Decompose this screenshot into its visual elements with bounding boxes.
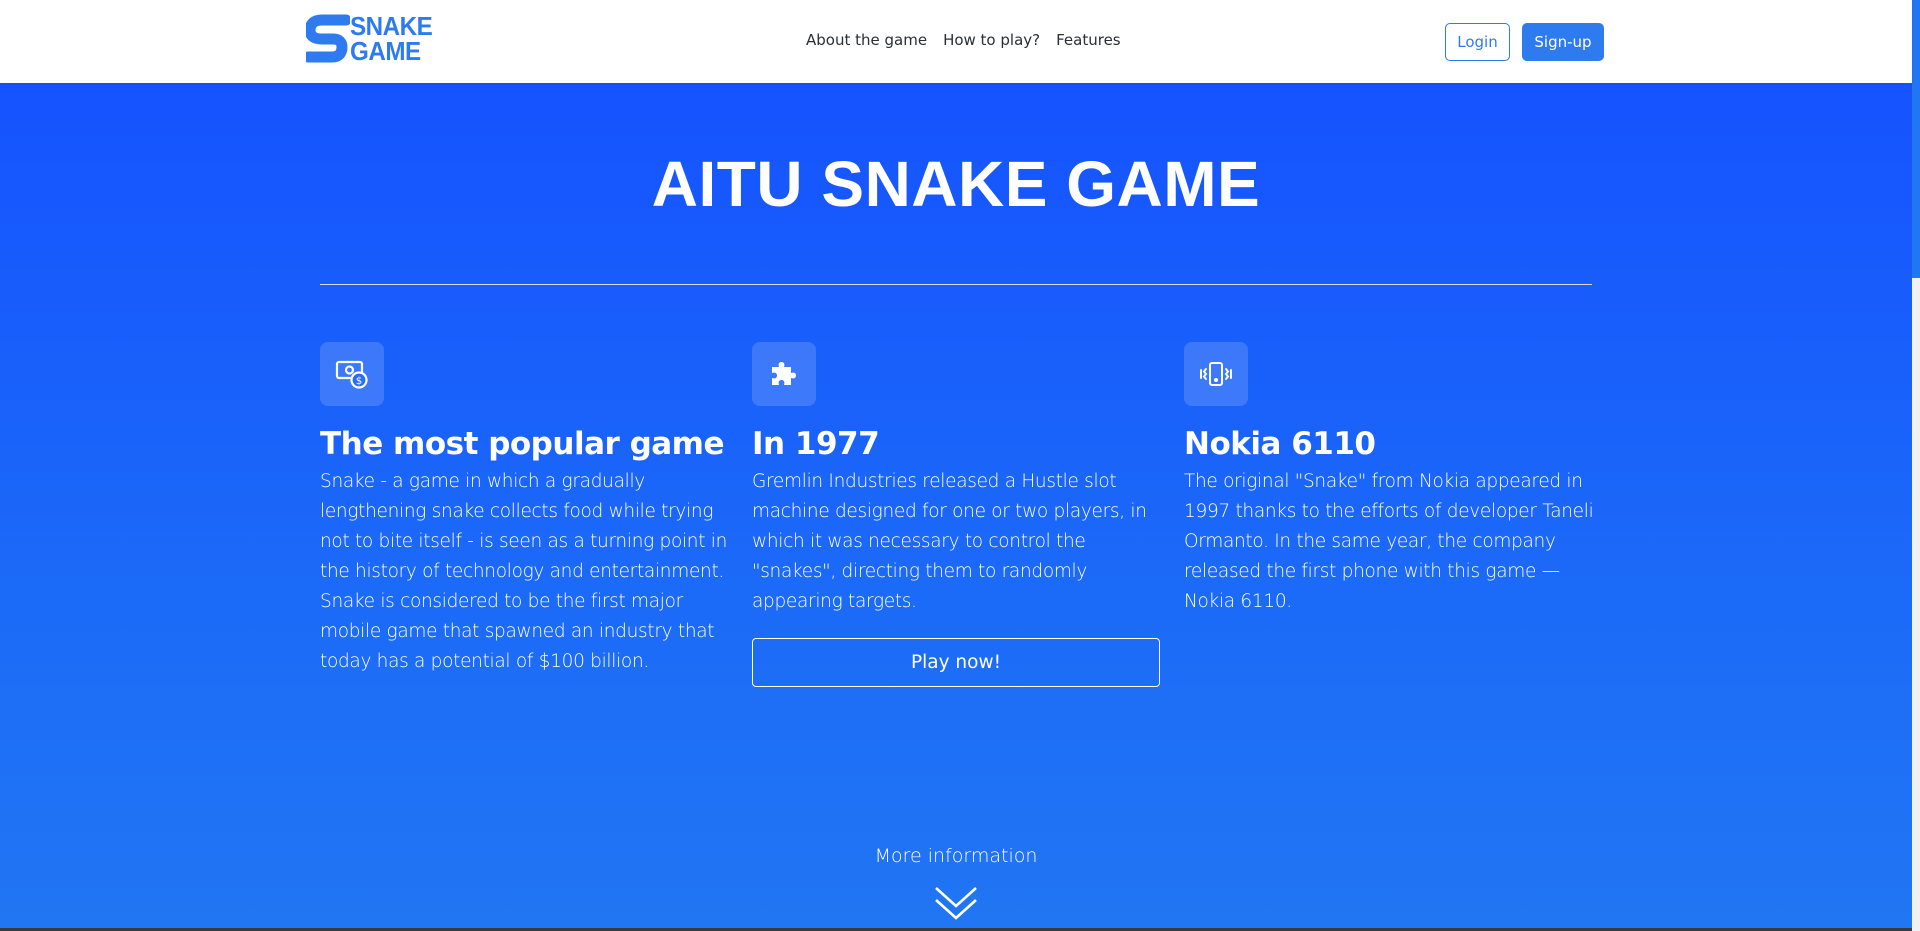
logo[interactable]: SNAKE GAME — [306, 13, 470, 66]
feature-text: Snake - a game in which a gradually leng… — [320, 471, 728, 672]
logo-text: SNAKE GAME — [350, 13, 433, 66]
feature-text: The original "Snake" from Nokia appeared… — [1184, 471, 1594, 612]
snake-logo-icon — [306, 14, 350, 63]
signup-button[interactable]: Sign-up — [1522, 23, 1604, 61]
scrollbar-thumb[interactable] — [1912, 0, 1920, 278]
feature-popular-game: $ The most popular game Snake - a game i… — [320, 342, 730, 677]
login-button[interactable]: Login — [1445, 23, 1510, 61]
svg-text:$: $ — [356, 376, 362, 387]
feature-title: Nokia 6110 — [1184, 426, 1376, 462]
logo-line2: GAME — [350, 36, 421, 66]
nav-about-the-game[interactable]: About the game — [798, 31, 935, 49]
hero-title: AITU SNAKE GAME — [651, 148, 1261, 220]
nav-features[interactable]: Features — [1048, 31, 1129, 49]
more-information-link[interactable]: More information — [0, 845, 1912, 867]
feature-title: In 1977 — [752, 426, 880, 462]
feature-title: The most popular game — [320, 426, 725, 462]
double-chevron-down-icon[interactable] — [934, 884, 978, 924]
feature-text: Gremlin Industries released a Hustle slo… — [752, 471, 1147, 612]
navbar: SNAKE GAME About the game How to play? F… — [0, 0, 1912, 83]
feature-nokia-6110: Nokia 6110 The original "Snake" from Nok… — [1184, 342, 1594, 617]
nav-how-to-play[interactable]: How to play? — [935, 31, 1048, 49]
feature-1977: In 1977 Gremlin Industries released a Hu… — [752, 342, 1162, 617]
main-nav: About the game How to play? Features — [798, 31, 1129, 49]
hero-divider — [320, 284, 1592, 285]
play-now-button[interactable]: Play now! — [752, 638, 1160, 687]
puzzle-icon — [752, 342, 816, 406]
phone-vibrate-icon — [1184, 342, 1248, 406]
money-icon: $ — [320, 342, 384, 406]
